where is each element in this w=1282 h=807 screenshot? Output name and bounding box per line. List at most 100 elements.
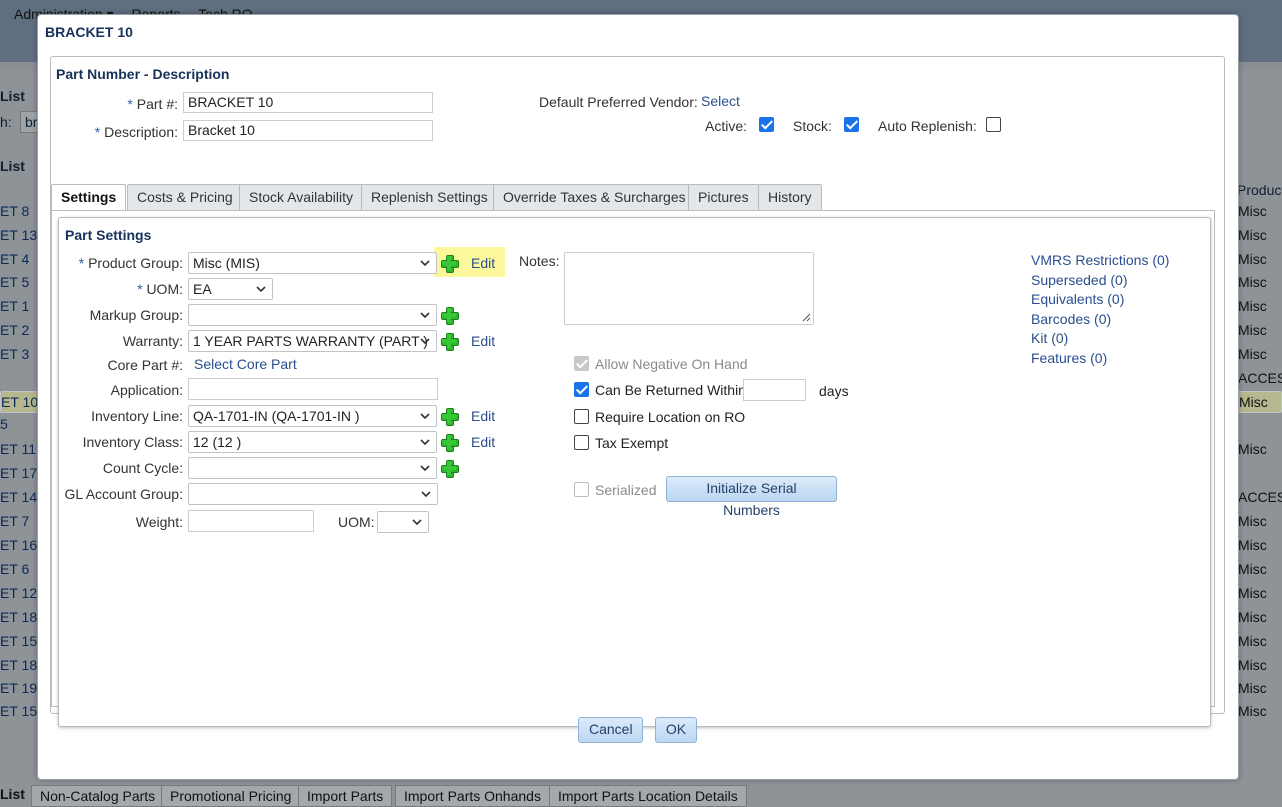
stock-checkbox[interactable] (844, 117, 859, 132)
inventory-line-label: Inventory Line: (91, 408, 183, 424)
bottom-tab-import-parts-onhands[interactable]: Import Parts Onhands (395, 785, 550, 807)
part-number-input[interactable]: BRACKET 10 (183, 92, 433, 113)
initialize-serial-numbers-button[interactable]: Initialize Serial Numbers (666, 476, 837, 518)
chevron-down-icon (412, 519, 422, 526)
application-label: Application: (110, 382, 183, 398)
row-product-group: Misc (1238, 346, 1267, 362)
tab-costs-pricing[interactable]: Costs & Pricing (127, 184, 243, 210)
row-part-number: ET 19 (0, 680, 38, 696)
resize-grip-icon[interactable] (802, 313, 811, 322)
row-part-number: ET 11 (0, 441, 37, 457)
equivalents-link[interactable]: Equivalents (0) (1031, 291, 1124, 307)
vmrs-restrictions-link[interactable]: VMRS Restrictions (0) (1031, 252, 1169, 268)
chevron-down-icon (421, 491, 431, 498)
row-part-number: ET 10 (1, 394, 39, 410)
background-bottom-tabs: List Non-Catalog Parts Promotional Prici… (0, 782, 1282, 807)
tab-stock-availability[interactable]: Stock Availability (239, 184, 364, 210)
core-part-label: Core Part #: (107, 357, 183, 373)
add-markup-group-icon[interactable] (440, 306, 459, 325)
auto-replenish-checkbox[interactable] (986, 117, 1001, 132)
tab-pictures[interactable]: Pictures (688, 184, 759, 210)
bottom-tab-list[interactable]: List (0, 786, 25, 802)
active-checkbox[interactable] (759, 117, 774, 132)
uom-select[interactable]: EA (188, 278, 273, 300)
part-form: Part Number - Description * Part #: BRAC… (50, 56, 1225, 727)
superseded-link[interactable]: Superseded (0) (1031, 272, 1128, 288)
warranty-value: 1 YEAR PARTS WARRANTY (PART ) (193, 333, 428, 349)
chevron-down-icon (420, 312, 430, 319)
add-count-cycle-icon[interactable] (440, 459, 459, 478)
row-part-number: ET 15 (0, 633, 38, 649)
product-group-select[interactable]: Misc (MIS) (188, 252, 437, 274)
inventory-line-value: QA-1701-IN (QA-1701-IN ) (193, 408, 360, 424)
row-part-number: ET 17 (0, 465, 38, 481)
ok-button[interactable]: OK (655, 717, 697, 743)
tax-exempt-label: Tax Exempt (595, 435, 669, 451)
vendor-select-link[interactable]: Select (701, 93, 740, 109)
row-product-group: ACCESS (1238, 370, 1282, 386)
application-input[interactable] (188, 378, 438, 400)
row-part-number: ET 14 (0, 489, 38, 505)
require-location-checkbox[interactable] (574, 409, 589, 424)
chevron-down-icon (420, 465, 430, 472)
chevron-down-icon (420, 338, 430, 345)
markup-group-select[interactable] (188, 304, 437, 326)
edit-inventory-line-link[interactable]: Edit (471, 408, 495, 424)
select-core-part-link[interactable]: Select Core Part (194, 356, 297, 372)
can-return-checkbox[interactable] (574, 382, 589, 397)
bottom-tab-non-catalog-parts[interactable]: Non-Catalog Parts (31, 785, 165, 807)
chevron-down-icon (420, 260, 430, 267)
edit-warranty-link[interactable]: Edit (471, 333, 495, 349)
bottom-tab-import-parts-location-details[interactable]: Import Parts Location Details (549, 785, 747, 807)
days-label: days (819, 383, 849, 399)
warranty-select[interactable]: 1 YEAR PARTS WARRANTY (PART ) (188, 330, 437, 352)
inventory-class-select[interactable]: 12 (12 ) (188, 431, 437, 453)
row-product-group: Misc (1238, 703, 1267, 719)
row-part-number: ET 18( (0, 609, 42, 625)
tab-settings[interactable]: Settings (51, 184, 127, 211)
row-product-group: Misc (1238, 274, 1267, 290)
edit-inventory-class-link[interactable]: Edit (471, 434, 495, 450)
barcodes-link[interactable]: Barcodes (0) (1031, 311, 1111, 327)
allow-negative-label: Allow Negative On Hand (595, 356, 748, 372)
count-cycle-select[interactable] (188, 457, 437, 479)
row-product-group: Misc (1238, 633, 1267, 649)
gl-account-group-select[interactable] (188, 483, 438, 505)
weight-input[interactable] (188, 510, 314, 532)
dialog-title: BRACKET 10 (45, 24, 133, 40)
inventory-line-select[interactable]: QA-1701-IN (QA-1701-IN ) (188, 405, 437, 427)
tab-replenish-settings[interactable]: Replenish Settings (361, 184, 498, 210)
part-number-label: * Part #: (51, 96, 178, 112)
uom-label-text: UOM: (146, 281, 183, 297)
add-product-group-icon[interactable] (440, 254, 459, 273)
bottom-tab-promotional-pricing[interactable]: Promotional Pricing (161, 785, 301, 807)
tax-exempt-checkbox[interactable] (574, 435, 589, 450)
notes-textarea[interactable] (564, 252, 814, 325)
serialized-checkbox (574, 482, 589, 497)
return-days-input[interactable] (743, 379, 806, 401)
list-heading: List (0, 88, 25, 104)
row-part-number: ET 4 (0, 251, 30, 267)
add-inventory-class-icon[interactable] (440, 433, 459, 452)
cancel-button[interactable]: Cancel (578, 717, 643, 743)
tab-override-taxes-surcharges[interactable]: Override Taxes & Surcharges (493, 184, 696, 210)
add-warranty-icon[interactable] (440, 332, 459, 351)
row-product-group: Misc (1238, 585, 1267, 601)
add-inventory-line-icon[interactable] (440, 407, 459, 426)
description-input[interactable]: Bracket 10 (183, 120, 433, 141)
row-part-number: ET 18 (0, 657, 38, 673)
row-product-group: Misc (1238, 657, 1267, 673)
kit-link[interactable]: Kit (0) (1031, 330, 1068, 346)
features-link[interactable]: Features (0) (1031, 350, 1107, 366)
can-return-label: Can Be Returned Within (595, 382, 746, 398)
warranty-label: Warranty: (122, 333, 183, 349)
row-part-number: ET 8 (0, 203, 30, 219)
weight-uom-select[interactable] (377, 511, 429, 533)
notes-label: Notes: (519, 253, 560, 269)
edit-product-group-link[interactable]: Edit (471, 255, 495, 271)
allow-negative-checkbox (574, 356, 589, 371)
tab-history[interactable]: History (758, 184, 822, 210)
bottom-tab-import-parts[interactable]: Import Parts (298, 785, 393, 807)
markup-group-label: Markup Group: (89, 307, 183, 323)
inventory-class-value: 12 (12 ) (193, 434, 242, 450)
